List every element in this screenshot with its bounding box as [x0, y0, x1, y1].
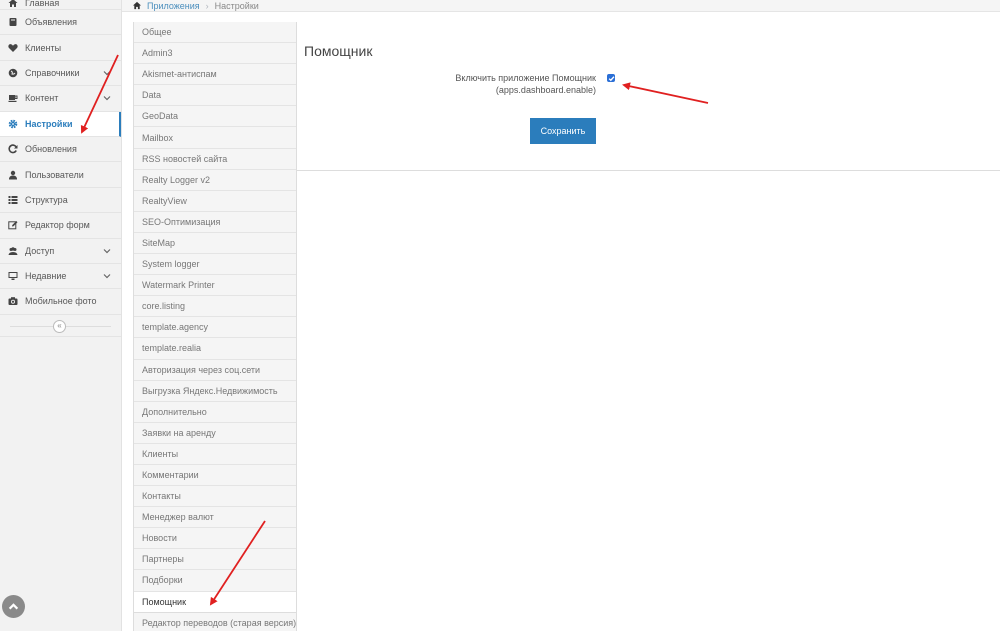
breadcrumb-current: Настройки	[214, 0, 259, 11]
coffee-icon	[8, 93, 18, 103]
enable-field-key: (apps.dashboard.enable)	[495, 85, 596, 95]
home-icon	[8, 0, 18, 8]
sidebar-item-settings[interactable]: Настройки	[0, 111, 121, 137]
chevron-down-icon	[103, 248, 111, 254]
settings-menu-item[interactable]: Выгрузка Яндекс.Недвижимость	[134, 380, 296, 402]
sidebar-item-label: Настройки	[25, 118, 73, 129]
enable-field-title: Включить приложение Помощник	[455, 73, 596, 83]
sidebar-item-label: Структура	[25, 194, 68, 205]
sidebar-item-structure[interactable]: Структура	[0, 188, 121, 214]
home-icon[interactable]	[132, 1, 142, 10]
sidebar-item-label: Справочники	[25, 67, 80, 78]
enable-field-label: Включить приложение Помощник (apps.dashb…	[455, 72, 596, 96]
settings-menu-item[interactable]: Комментарии	[134, 464, 296, 487]
settings-menu-item[interactable]: Редактор переводов (старая версия)	[134, 612, 296, 631]
settings-menu-item[interactable]: Авторизация через соц.сети	[134, 359, 296, 381]
settings-menu-item[interactable]: Контакты	[134, 486, 296, 508]
settings-menu-item[interactable]: Akismet-антиспам	[134, 64, 296, 86]
settings-menu-item[interactable]: Дополнительно	[134, 401, 296, 423]
sidebar-item-label: Недавние	[25, 271, 67, 282]
settings-menu-item[interactable]: SEO-Оптимизация	[134, 211, 296, 233]
panel-title: Помощник	[304, 43, 373, 59]
settings-menu-item[interactable]: Заявки на аренду	[134, 422, 296, 444]
settings-menu-item[interactable]: SiteMap	[134, 232, 296, 255]
settings-menu-item[interactable]: Партнеры	[134, 549, 296, 571]
settings-menu-item[interactable]: Новости	[134, 528, 296, 550]
breadcrumb: Приложения › Настройки	[122, 0, 1000, 12]
users-icon	[8, 246, 18, 256]
sidebar-item-users[interactable]: Пользователи	[0, 162, 121, 188]
globe-icon	[8, 68, 18, 78]
sidebar-collapse-button[interactable]: «	[53, 319, 66, 333]
user-icon	[8, 170, 18, 180]
checkmark-icon	[608, 75, 614, 81]
settings-menu-item[interactable]: Watermark Printer	[134, 275, 296, 297]
refresh-icon	[8, 144, 18, 154]
chevron-down-icon	[103, 274, 111, 279]
settings-menu-item[interactable]: Менеджер валют	[134, 507, 296, 529]
settings-menu-item[interactable]: Подборки	[134, 570, 296, 592]
edit-icon	[8, 220, 18, 230]
sidebar-item-mobile-photo[interactable]: Мобильное фото	[0, 289, 121, 315]
gear-icon	[8, 119, 18, 129]
settings-menu-item[interactable]: template.agency	[134, 317, 296, 339]
monitor-icon	[8, 271, 18, 281]
save-button[interactable]: Сохранить	[530, 118, 596, 144]
chevron-down-icon	[103, 71, 111, 76]
sidebar-item-label: Клиенты	[25, 42, 62, 53]
settings-panel: Помощник Включить приложение Помощник (a…	[297, 22, 1000, 171]
book-icon	[8, 17, 18, 27]
settings-menu: Общее Admin3 Akismet-антиспам Data GeoData Ma…	[133, 22, 297, 631]
sidebar-item-references[interactable]: Справочники	[0, 61, 121, 87]
settings-menu-item[interactable]: Помощник	[134, 591, 296, 613]
settings-menu-item[interactable]: GeoData	[134, 106, 296, 128]
enable-assistant-checkbox[interactable]	[607, 74, 615, 82]
sidebar-item-form-editor[interactable]: Редактор форм	[0, 213, 121, 239]
sidebar-item-label: Пользователи	[25, 169, 84, 180]
list-icon	[8, 195, 18, 205]
sidebar-collapse-row: «	[0, 315, 121, 337]
scroll-to-top-button[interactable]	[2, 595, 25, 618]
sidebar-item-label: Объявления	[25, 17, 78, 28]
settings-menu-item[interactable]: template.realia	[134, 338, 296, 360]
sidebar-item-label: Обновления	[25, 144, 77, 155]
settings-menu-item[interactable]: Mailbox	[134, 127, 296, 149]
sidebar-item-label: Доступ	[25, 245, 55, 256]
settings-menu-item[interactable]: Admin3	[134, 43, 296, 65]
chevron-up-icon	[8, 603, 19, 610]
settings-menu-item[interactable]: Клиенты	[134, 443, 296, 465]
settings-menu-item[interactable]: Data	[134, 85, 296, 107]
settings-menu-item[interactable]: RealtyView	[134, 190, 296, 212]
sidebar-item-access[interactable]: Доступ	[0, 239, 121, 264]
sidebar-item-label: Мобильное фото	[25, 296, 97, 307]
settings-menu-item[interactable]: RSS новостей сайта	[134, 148, 296, 170]
sidebar-item-content[interactable]: Контент	[0, 86, 121, 112]
sidebar-item-updates[interactable]: Обновления	[0, 137, 121, 163]
camera-icon	[8, 296, 18, 306]
heart-icon	[8, 43, 18, 53]
sidebar-item-home[interactable]: Главная	[0, 0, 121, 10]
settings-menu-item[interactable]: Realty Logger v2	[134, 169, 296, 191]
sidebar-item-label: Контент	[25, 93, 59, 104]
breadcrumb-link-apps[interactable]: Приложения	[147, 1, 200, 11]
sidebar-item-label: Главная	[25, 0, 60, 8]
settings-menu-item[interactable]: System logger	[134, 254, 296, 276]
breadcrumb-separator: ›	[205, 0, 209, 11]
sidebar-item-label: Редактор форм	[25, 220, 90, 231]
settings-menu-item[interactable]: Общее	[134, 22, 296, 44]
sidebar: Главная Объявления Клиенты Справочники К…	[0, 0, 122, 631]
settings-menu-item[interactable]: core.listing	[134, 296, 296, 318]
chevron-down-icon	[103, 96, 111, 101]
sidebar-item-recent[interactable]: Недавние	[0, 264, 121, 290]
sidebar-item-clients[interactable]: Клиенты	[0, 35, 121, 61]
sidebar-item-ads[interactable]: Объявления	[0, 10, 121, 36]
